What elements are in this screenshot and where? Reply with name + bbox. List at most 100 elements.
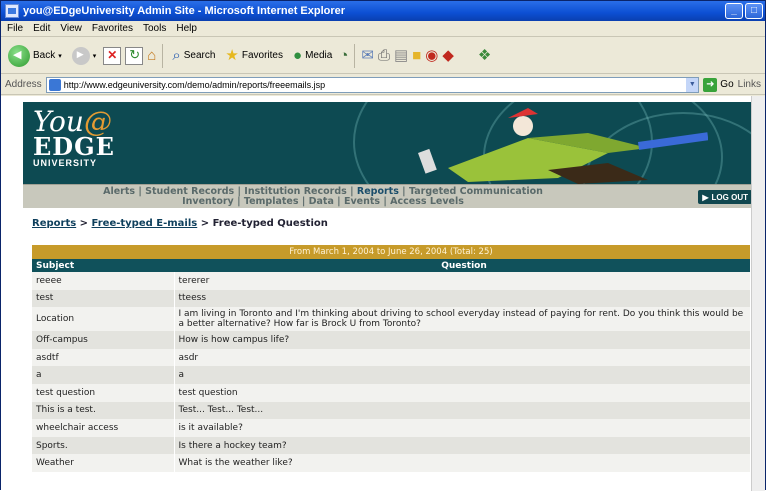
back-button[interactable]: Back ▾: [5, 43, 65, 69]
question-cell: I am living in Toronto and I'm thinking …: [174, 307, 750, 332]
links-button[interactable]: Links: [738, 79, 761, 90]
search-icon: ⌕: [172, 46, 181, 64]
question-cell: How is how campus life?: [174, 331, 750, 349]
search-label: Search: [183, 50, 216, 61]
menu-favorites[interactable]: Favorites: [92, 23, 133, 34]
minimize-button[interactable]: _: [725, 3, 743, 19]
menu-edit[interactable]: Edit: [33, 23, 50, 34]
table-row: Location I am living in Toronto and I'm t…: [32, 307, 750, 332]
table-row: This is a test. Test... Test... Test...: [32, 401, 750, 420]
back-arrow-icon: [8, 44, 30, 67]
toolbar-separator: [162, 43, 164, 68]
breadcrumb-free-typed-emails[interactable]: Free-typed E-mails: [92, 218, 198, 229]
favorites-label: Favorites: [241, 50, 283, 61]
question-cell: test question: [174, 383, 750, 402]
logo-edge: EDGE: [33, 132, 115, 161]
breadcrumb-separator: >: [79, 218, 89, 229]
addon-icon[interactable]: ❖: [478, 47, 491, 65]
back-dropdown-icon[interactable]: ▾: [58, 52, 62, 60]
edit-icon[interactable]: ▤: [394, 47, 408, 65]
research-icon[interactable]: ◆: [442, 47, 454, 65]
table-row: Sports. Is there a hockey team?: [32, 436, 750, 455]
nav-inventory[interactable]: Inventory: [182, 196, 234, 207]
table-row: wheelchair access is it available?: [32, 419, 750, 437]
nav-templates[interactable]: Templates: [244, 196, 299, 207]
subject-cell: Location: [32, 307, 175, 332]
column-header-subject: Subject: [32, 259, 174, 272]
search-button[interactable]: ⌕ Search: [169, 45, 218, 67]
question-cell: a: [174, 366, 750, 384]
breadcrumb-current: Free-typed Question: [212, 218, 328, 229]
menu-view[interactable]: View: [60, 23, 82, 34]
address-label: Address: [5, 79, 42, 90]
question-cell: Is there a hockey team?: [174, 436, 750, 455]
subject-cell: wheelchair access: [32, 419, 175, 437]
home-icon[interactable]: ⌂: [147, 47, 156, 65]
forward-dropdown-icon[interactable]: ▾: [93, 52, 97, 60]
question-cell: What is the weather like?: [174, 454, 750, 472]
go-label: Go: [720, 79, 734, 90]
mail-icon[interactable]: ✉: [361, 47, 374, 65]
site-banner: You@ EDGE UNIVERSITY: [23, 102, 758, 184]
menu-bar: File Edit View Favorites Tools Help: [1, 21, 765, 37]
history-icon[interactable]: ◔: [339, 47, 348, 65]
breadcrumb: Reports > Free-typed E-mails > Free-type…: [32, 218, 328, 229]
title-bar: you@EDgeUniversity Admin Site - Microsof…: [1, 1, 765, 21]
messenger-icon[interactable]: ◉: [425, 47, 438, 65]
date-range-header: From March 1, 2004 to June 26, 2004 (Tot…: [32, 245, 750, 259]
favorites-button[interactable]: ★ Favorites: [222, 45, 286, 67]
nav-data[interactable]: Data: [309, 196, 334, 207]
subject-cell: asdtf: [32, 348, 175, 367]
column-header-question: Question: [174, 259, 750, 272]
table-row: test tteess: [32, 289, 750, 308]
question-cell: Test... Test... Test...: [174, 401, 750, 420]
nav-access-levels[interactable]: Access Levels: [390, 196, 464, 207]
banner-illustration: [418, 108, 708, 184]
site-logo[interactable]: You@ EDGE UNIVERSITY: [33, 108, 115, 169]
menu-help[interactable]: Help: [176, 23, 197, 34]
subject-cell: reeee: [32, 272, 175, 290]
stop-icon[interactable]: [103, 46, 122, 65]
breadcrumb-reports[interactable]: Reports: [32, 218, 76, 229]
address-bar: Address http://www.edgeuniversity.com/de…: [1, 75, 765, 95]
media-label: Media: [305, 50, 333, 61]
address-dropdown-icon[interactable]: ▼: [686, 77, 699, 92]
table-row: reeee tererer: [32, 272, 750, 290]
menu-tools[interactable]: Tools: [143, 23, 166, 34]
table-row: Off-campus How is how campus life?: [32, 331, 750, 349]
maximize-button[interactable]: □: [745, 3, 763, 19]
question-cell: asdr: [174, 348, 750, 367]
breadcrumb-separator: >: [200, 218, 210, 229]
media-button[interactable]: ● Media: [290, 45, 335, 67]
nav-alerts[interactable]: Alerts: [103, 186, 135, 197]
vertical-scrollbar[interactable]: [751, 96, 765, 491]
discuss-icon[interactable]: ■: [412, 47, 421, 65]
main-nav: Alerts | Student Records | Institution R…: [23, 184, 758, 208]
questions-table: From March 1, 2004 to June 26, 2004 (Tot…: [32, 245, 750, 472]
nav-events[interactable]: Events: [344, 196, 380, 207]
subject-cell: This is a test.: [32, 401, 175, 420]
forward-button[interactable]: ▾: [69, 45, 100, 67]
address-input[interactable]: http://www.edgeuniversity.com/demo/admin…: [45, 76, 700, 93]
question-cell: is it available?: [174, 419, 750, 437]
subject-cell: Weather: [32, 454, 175, 472]
ie-icon: [5, 4, 19, 18]
page-viewport: You@ EDGE UNIVERSITY Alerts | Student Re…: [1, 96, 765, 491]
table-row: Weather What is the weather like?: [32, 454, 750, 472]
print-icon[interactable]: ⎙: [378, 47, 390, 65]
go-arrow-icon: ➜: [703, 77, 718, 92]
logout-button[interactable]: ▶ LOG OUT: [698, 190, 752, 204]
toolbar: Back ▾ ▾ ⌂ ⌕ Search ★ Favorites ● Media …: [1, 38, 765, 74]
go-button[interactable]: ➜ Go: [703, 77, 734, 92]
back-label: Back: [33, 50, 56, 61]
toolbar-separator: [354, 43, 356, 68]
menu-file[interactable]: File: [7, 23, 23, 34]
forward-arrow-icon: [71, 46, 90, 65]
refresh-icon[interactable]: [125, 46, 144, 65]
question-cell: tererer: [174, 272, 750, 290]
window-title: you@EDgeUniversity Admin Site - Microsof…: [23, 5, 346, 17]
subject-cell: Off-campus: [32, 331, 175, 349]
page-icon: [48, 78, 61, 91]
star-icon: ★: [225, 46, 239, 64]
table-row: aa: [32, 366, 750, 384]
